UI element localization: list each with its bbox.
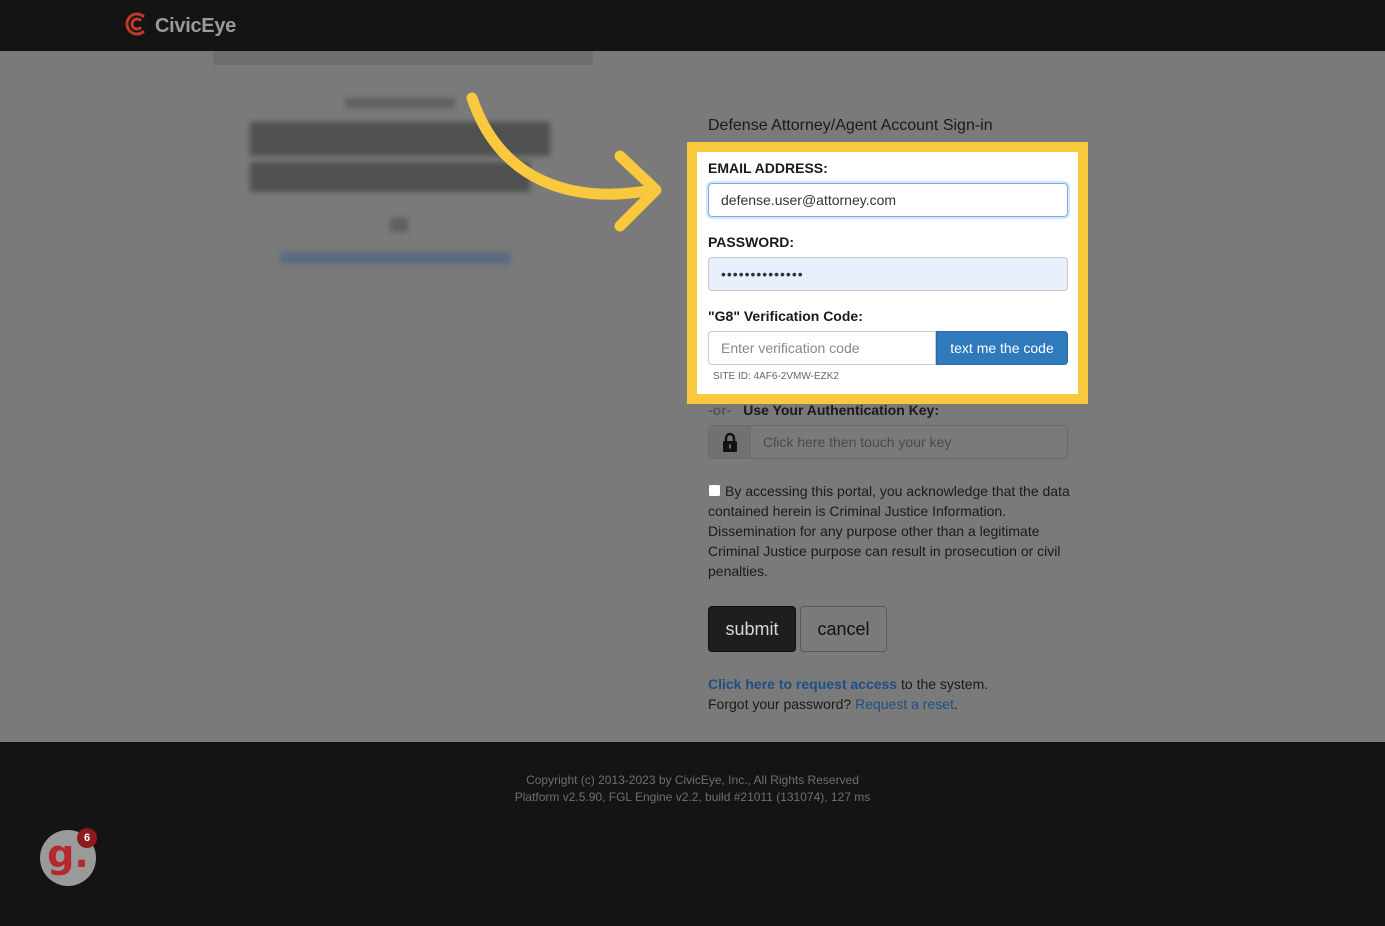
consent-checkbox[interactable] — [708, 484, 721, 497]
signin-title: Defense Attorney/Agent Account Sign-in — [708, 117, 993, 134]
footer: Copyright (c) 2013-2023 by CivicEye, Inc… — [0, 742, 1385, 926]
lock-icon — [709, 426, 751, 458]
notification-count-badge: 6 — [77, 828, 97, 848]
civiceye-logo-icon — [123, 11, 149, 42]
request-access-line: Click here to request access to the syst… — [708, 674, 988, 694]
text-me-code-button[interactable]: text me the code — [936, 331, 1068, 365]
auth-key-heading: -or- Use Your Authentication Key: — [708, 402, 939, 418]
brand-name: CivicEye — [155, 15, 236, 37]
submit-button[interactable]: submit — [708, 606, 796, 652]
verification-code-input[interactable] — [708, 331, 936, 365]
platform-version-text: Platform v2.5.90, FGL Engine v2.2, build… — [514, 790, 871, 804]
auth-key-label: Use Your Authentication Key: — [743, 402, 939, 418]
forgot-password-line: Forgot your password? Request a reset. — [708, 694, 988, 714]
auth-key-group — [708, 425, 1068, 459]
top-navbar: CivicEye — [0, 0, 1385, 51]
callout-arrow-icon — [466, 92, 662, 232]
brand-logo[interactable]: CivicEye — [123, 11, 236, 42]
request-access-suffix: to the system. — [897, 676, 989, 692]
request-reset-link[interactable]: Request a reset — [855, 696, 954, 712]
consent-block: By accessing this portal, you acknowledg… — [708, 481, 1070, 581]
reset-suffix: . — [953, 696, 958, 712]
consent-text: By accessing this portal, you acknowledg… — [708, 483, 1070, 579]
email-field[interactable] — [708, 183, 1068, 217]
request-access-link[interactable]: Click here to request access — [708, 676, 897, 692]
password-label: PASSWORD: — [708, 234, 795, 250]
copyright-text: Copyright (c) 2013-2023 by CivicEye, Inc… — [526, 773, 859, 787]
header-shadow — [213, 51, 593, 65]
cancel-button[interactable]: cancel — [800, 606, 887, 652]
verification-label: "G8" Verification Code: — [708, 308, 863, 324]
or-separator: -or- — [708, 402, 732, 418]
auth-key-input[interactable] — [751, 426, 1067, 458]
help-links: Click here to request access to the syst… — [708, 674, 988, 714]
email-label: EMAIL ADDRESS: — [708, 160, 828, 176]
password-field[interactable] — [708, 257, 1068, 291]
site-id: SITE ID: 4AF6-2VMW-EZK2 — [713, 371, 839, 382]
forgot-password-text: Forgot your password? — [708, 696, 856, 712]
